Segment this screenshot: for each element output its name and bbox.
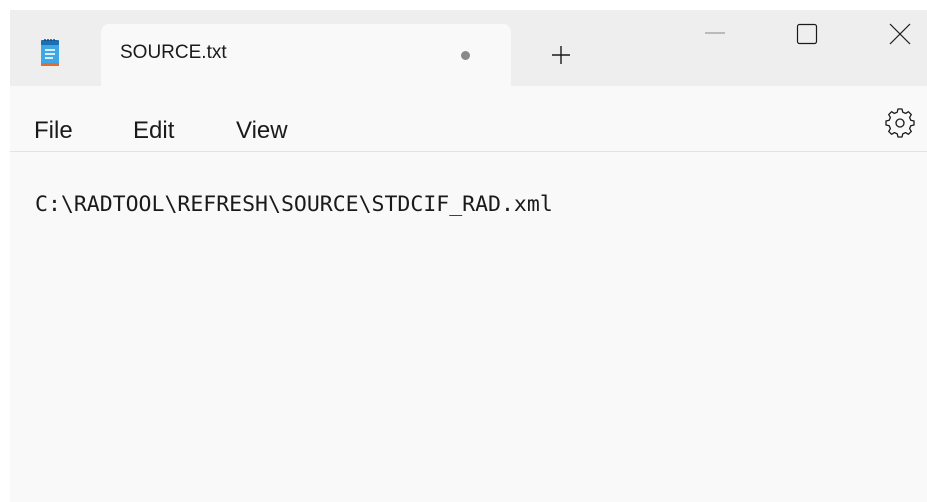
tab-title: SOURCE.txt — [120, 42, 227, 63]
close-icon[interactable] — [875, 10, 925, 60]
notepad-window: SOURCE.txt File Edit View C:\RADTOOL\REF… — [10, 10, 927, 502]
menu-file[interactable]: File — [34, 117, 73, 145]
notepad-icon — [39, 37, 61, 69]
editor-content[interactable]: C:\RADTOOL\REFRESH\SOURCE\STDCIF_RAD.xml — [35, 192, 553, 217]
gear-icon[interactable] — [885, 108, 915, 138]
menu-edit[interactable]: Edit — [133, 117, 174, 145]
text-editor[interactable]: C:\RADTOOL\REFRESH\SOURCE\STDCIF_RAD.xml — [10, 153, 927, 502]
menu-bar: File Edit View — [10, 86, 927, 152]
menu-view[interactable]: View — [236, 117, 288, 145]
tab-source-txt[interactable]: SOURCE.txt — [101, 24, 511, 86]
maximize-icon[interactable] — [782, 10, 832, 60]
minimize-icon[interactable] — [690, 10, 740, 60]
unsaved-dot-icon[interactable] — [461, 51, 470, 60]
title-bar[interactable]: SOURCE.txt — [10, 10, 927, 86]
plus-icon[interactable] — [546, 40, 576, 70]
